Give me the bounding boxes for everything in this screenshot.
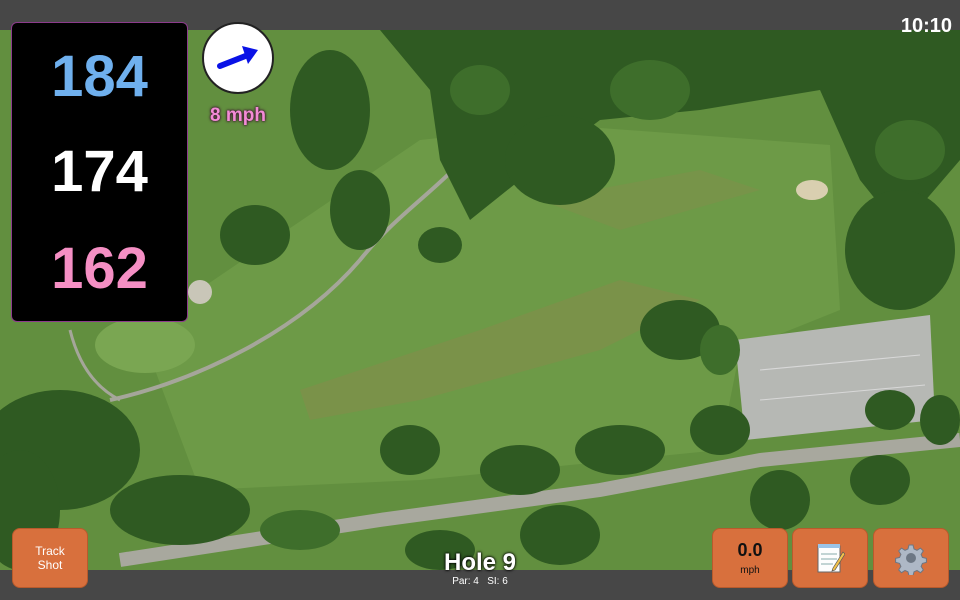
hole-title: Hole 9 bbox=[443, 549, 517, 576]
back-distance: 184 bbox=[51, 44, 148, 109]
hole-info: Par: 4 SI: 6 bbox=[400, 576, 560, 587]
gear-icon bbox=[895, 544, 927, 575]
notes-button[interactable] bbox=[792, 528, 868, 588]
clock: 10:10 bbox=[900, 15, 952, 37]
settings-button[interactable] bbox=[873, 528, 949, 588]
front-distance: 162 bbox=[51, 236, 148, 301]
wind-speed-label: 8 mph bbox=[210, 105, 266, 126]
middle-distance: 174 bbox=[51, 139, 148, 204]
wind-indicator bbox=[202, 22, 274, 94]
notepad-icon bbox=[817, 544, 845, 573]
speed-button[interactable]: 0.0 mph bbox=[712, 528, 788, 588]
par-label: Par: 4 bbox=[452, 576, 479, 587]
track-shot-button[interactable]: Track Shot bbox=[12, 528, 88, 588]
track-shot-label-line2: Shot bbox=[37, 558, 63, 572]
track-shot-label-line1: Track bbox=[35, 544, 65, 558]
speed-unit: mph bbox=[740, 565, 760, 576]
wind-arrow-icon bbox=[217, 46, 258, 69]
si-label: SI: 6 bbox=[487, 576, 508, 587]
speed-value: 0.0 bbox=[737, 540, 763, 560]
distance-panel[interactable]: 184 174 162 bbox=[11, 22, 188, 322]
